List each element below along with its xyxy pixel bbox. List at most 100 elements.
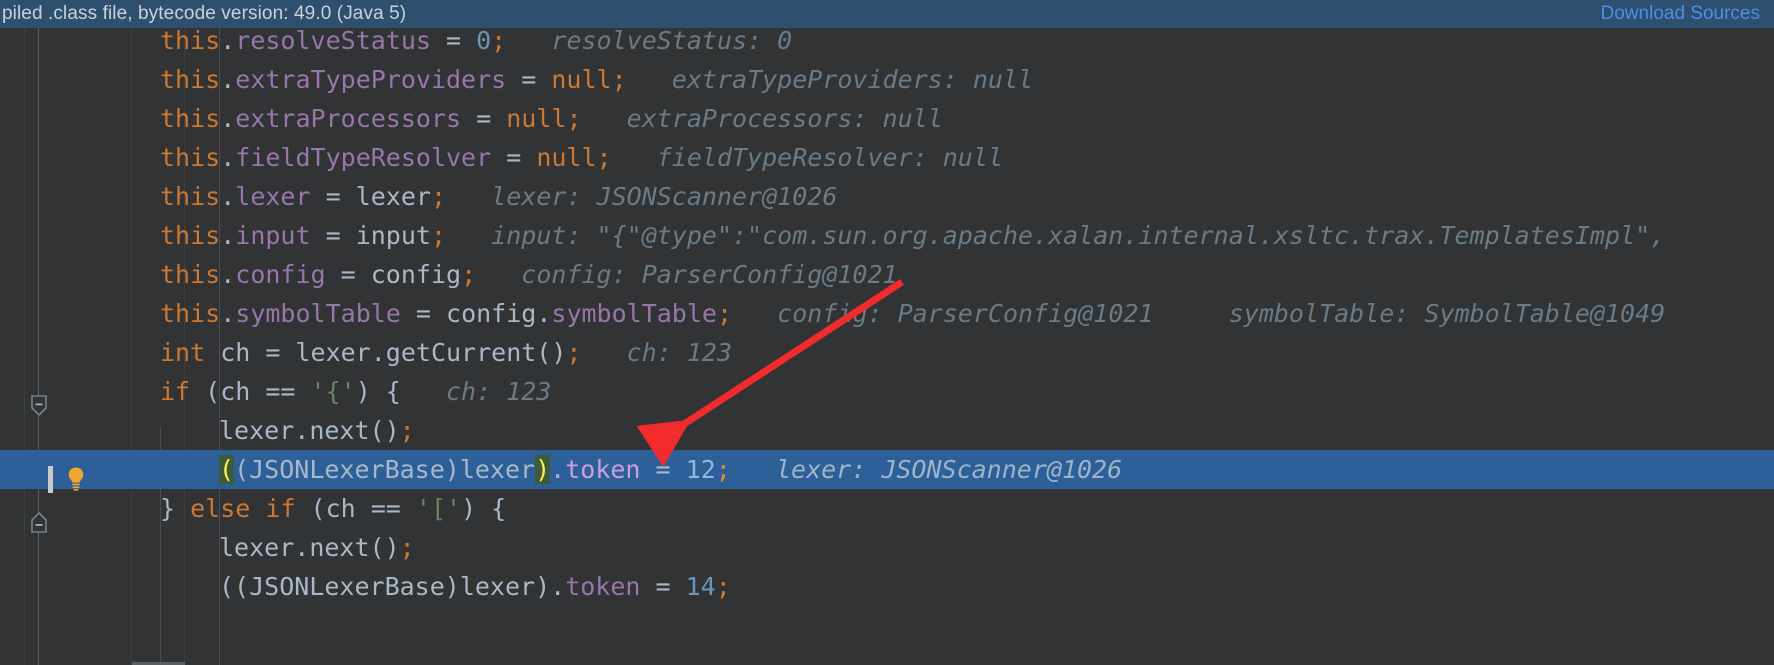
code-token: this <box>160 299 221 328</box>
code-token: null <box>506 104 567 133</box>
code-token: . <box>220 65 236 94</box>
inline-hint: ch: 123 <box>400 377 552 406</box>
fold-collapse-icon-if[interactable] <box>27 394 51 418</box>
code-line[interactable]: ((JSONLexerBase)lexer).token = 14; <box>0 567 1774 606</box>
code-line[interactable]: if (ch == '{') { ch: 123 <box>0 372 1774 411</box>
code-lines-container[interactable]: this.resolveStatus = 0; resolveStatus: 0… <box>0 26 1774 665</box>
code-token: . <box>220 26 236 55</box>
code-line[interactable]: } else if (ch == '[') { <box>0 489 1774 528</box>
code-editor[interactable]: this.resolveStatus = 0; resolveStatus: 0… <box>0 26 1774 665</box>
code-line-text: this.resolveStatus = 0; resolveStatus: 0 <box>160 21 792 60</box>
code-token: . <box>536 299 552 328</box>
code-token: input <box>355 221 431 250</box>
code-line-text: this.lexer = lexer; lexer: JSONScanner@1… <box>160 177 837 216</box>
code-line[interactable]: this.input = input; input: "{"@type":"co… <box>0 216 1774 255</box>
code-line[interactable]: this.lexer = lexer; lexer: JSONScanner@1… <box>0 177 1774 216</box>
inline-hint: extraTypeProviders: null <box>626 65 1034 94</box>
code-token: (ch == <box>295 494 416 523</box>
code-token: ch = <box>205 338 296 367</box>
code-token: . <box>220 221 236 250</box>
code-line-text: ((JSONLexerBase)lexer).token = 14; <box>219 567 731 606</box>
inline-hint: lexer: JSONScanner@1026 <box>446 182 838 211</box>
editor-window: piled .class file, bytecode version: 49.… <box>0 0 1774 665</box>
code-token: this <box>160 182 221 211</box>
code-token: token <box>565 572 641 601</box>
code-token: = <box>325 260 371 289</box>
code-token: int <box>160 338 206 367</box>
code-token: this <box>160 65 221 94</box>
code-token: = <box>506 65 552 94</box>
lightbulb-icon[interactable] <box>62 464 90 492</box>
code-token: ) { <box>461 494 507 523</box>
code-token: this <box>160 104 221 133</box>
code-token: ; <box>491 26 507 55</box>
code-token: = <box>640 455 686 484</box>
code-token: 14 <box>685 572 716 601</box>
code-line-text: lexer.next(); <box>219 411 415 450</box>
inline-hint: symbolTable: SymbolTable@1049 <box>1153 299 1666 328</box>
code-token: . <box>370 338 386 367</box>
code-token: '[' <box>415 494 462 523</box>
code-line-text: this.input = input; input: "{"@type":"co… <box>160 216 1665 255</box>
inline-hint: fieldTypeResolver: null <box>611 143 1003 172</box>
code-token: ) { <box>355 377 401 406</box>
code-token: ; <box>716 299 733 328</box>
code-token: 12 <box>685 455 716 484</box>
code-line[interactable]: this.resolveStatus = 0; resolveStatus: 0 <box>0 21 1774 60</box>
code-line-text: } else if (ch == '[') { <box>160 489 506 528</box>
code-line[interactable]: lexer.next(); <box>0 411 1774 450</box>
code-token: } <box>160 494 191 523</box>
inline-hint: extraProcessors: null <box>581 104 943 133</box>
code-token: ; <box>715 572 731 601</box>
code-line[interactable]: this.extraTypeProviders = null; extraTyp… <box>0 60 1774 99</box>
code-token: config <box>446 299 537 328</box>
code-token: this <box>160 26 221 55</box>
code-token: ; <box>566 338 582 367</box>
code-token: ) <box>535 455 551 484</box>
code-token: = <box>491 143 537 172</box>
code-line[interactable]: lexer.next(); <box>0 528 1774 567</box>
code-token: lexer <box>219 416 295 445</box>
code-token: null <box>536 143 597 172</box>
code-line-text: this.extraTypeProviders = null; extraTyp… <box>160 60 1033 99</box>
code-token: . <box>220 260 236 289</box>
code-token: input <box>235 221 311 250</box>
code-token: . <box>220 299 236 328</box>
code-token: ; <box>715 455 731 484</box>
code-token: . <box>220 182 236 211</box>
code-line-text: this.extraProcessors = null; extraProces… <box>160 99 943 138</box>
inline-hint: ch: 123 <box>581 338 732 367</box>
code-token: extraTypeProviders <box>235 65 507 94</box>
code-token: lexer <box>219 533 295 562</box>
code-token: '{' <box>310 377 356 406</box>
text-caret <box>48 466 53 493</box>
code-token: . <box>550 455 566 484</box>
code-token: (JSONLexerBase)lexer <box>234 455 536 484</box>
code-token: . <box>294 416 310 445</box>
code-token: next() <box>309 416 400 445</box>
code-token: if <box>160 377 191 406</box>
code-line-text: this.fieldTypeResolver = null; fieldType… <box>160 138 1003 177</box>
inline-hint: config: ParserConfig@1021 <box>732 299 1154 328</box>
code-token: this <box>160 221 221 250</box>
fold-collapse-icon-else[interactable] <box>27 511 51 535</box>
code-token: . <box>294 533 310 562</box>
code-token: = <box>310 182 356 211</box>
code-line-text: this.symbolTable = config.symbolTable; c… <box>160 294 1665 333</box>
code-token: . <box>220 104 236 133</box>
code-line[interactable]: this.extraProcessors = null; extraProces… <box>0 99 1774 138</box>
code-line[interactable]: this.symbolTable = config.symbolTable; c… <box>0 294 1774 333</box>
code-token: ; <box>566 104 582 133</box>
code-token: this <box>160 260 221 289</box>
code-token: lexer <box>295 338 371 367</box>
code-line-selected[interactable]: ((JSONLexerBase)lexer).token = 12; lexer… <box>0 450 1774 489</box>
code-token: ; <box>430 182 447 211</box>
code-token: ; <box>430 221 447 250</box>
code-token: if <box>265 494 296 523</box>
code-line-text: this.config = config; config: ParserConf… <box>160 255 898 294</box>
code-line[interactable]: int ch = lexer.getCurrent(); ch: 123 <box>0 333 1774 372</box>
code-line[interactable]: this.config = config; config: ParserConf… <box>0 255 1774 294</box>
code-line[interactable]: this.fieldTypeResolver = null; fieldType… <box>0 138 1774 177</box>
code-token: ; <box>461 260 477 289</box>
code-token: = <box>310 221 356 250</box>
